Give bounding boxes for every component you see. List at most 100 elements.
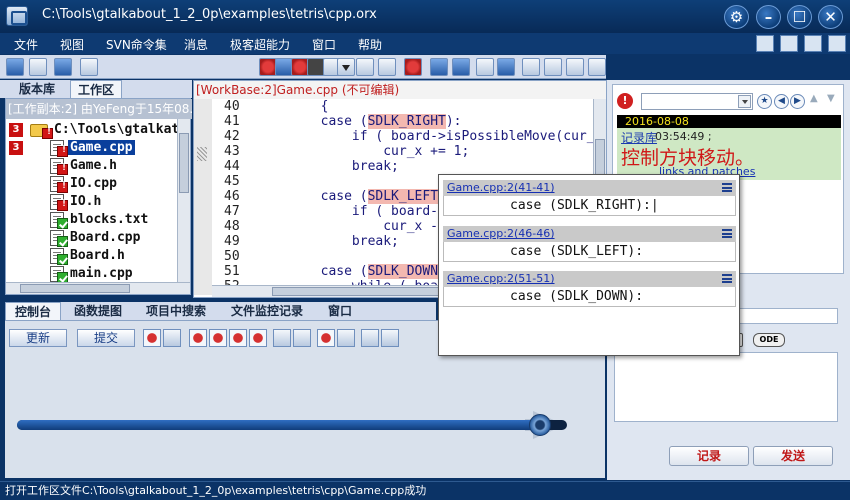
merge-icon[interactable]: [544, 58, 562, 76]
hamburger-menu-icon[interactable]: [722, 229, 732, 238]
tab-project-search[interactable]: 项目中搜索: [137, 302, 215, 320]
tool-image-icon[interactable]: [381, 329, 399, 347]
tool-copy-icon[interactable]: [163, 329, 181, 347]
chevron-down-icon[interactable]: [738, 95, 751, 108]
tab-workspace[interactable]: 工作区: [70, 80, 122, 98]
arrow-down-star-icon[interactable]: [497, 58, 515, 76]
minimize-button[interactable]: –: [756, 5, 781, 29]
scroll-thumb[interactable]: [179, 133, 189, 193]
tool-search-1-icon[interactable]: [273, 329, 291, 347]
progress-slider-thumb[interactable]: [529, 414, 551, 436]
send-button[interactable]: 发送: [753, 446, 833, 466]
tree-item-board-h[interactable]: Board.h: [6, 247, 178, 265]
tool-flag-icon[interactable]: [317, 329, 335, 347]
menu-svn[interactable]: SVN命令集: [106, 36, 167, 53]
change-marker: [197, 147, 207, 161]
code-line: if ( board->isPossibleMove(cur_x: [258, 129, 603, 144]
tool-net-3-icon[interactable]: [229, 329, 247, 347]
hamburger-menu-icon[interactable]: [722, 274, 732, 283]
ode-icon[interactable]: ODE: [753, 333, 785, 347]
find-icon[interactable]: [356, 58, 374, 76]
app-logo-icon: [6, 6, 28, 26]
layout-icon-2[interactable]: [780, 35, 798, 52]
forward-arrow-icon[interactable]: ▶: [790, 94, 805, 109]
line-number: 41: [224, 114, 240, 129]
tree-horizontal-scrollbar[interactable]: [6, 282, 190, 294]
result-link[interactable]: Game.cpp:2(46-46): [447, 227, 555, 240]
tree-item-game-cpp[interactable]: 3 Game.cpp: [6, 139, 178, 157]
menu-geek-power[interactable]: 极客超能力: [230, 36, 290, 53]
collapse-up-icon[interactable]: ▲: [810, 93, 818, 104]
hamburger-menu-icon[interactable]: [722, 183, 732, 192]
submit-button[interactable]: 提交: [77, 329, 135, 347]
tool-sync-icon[interactable]: [337, 329, 355, 347]
save-icon[interactable]: [54, 58, 72, 76]
tab-function-map[interactable]: 函数提图: [65, 302, 131, 320]
refresh-button[interactable]: 更新: [9, 329, 67, 347]
tree-item-game-h[interactable]: Game.h: [6, 157, 178, 175]
tree-item-io-cpp[interactable]: IO.cpp: [6, 175, 178, 193]
tree-item-main-cpp[interactable]: main.cpp: [6, 265, 178, 283]
diff-icon[interactable]: [522, 58, 540, 76]
menu-window[interactable]: 窗口: [312, 36, 336, 53]
close-button[interactable]: ✕: [818, 5, 843, 29]
tab-console[interactable]: 控制台: [5, 302, 61, 320]
filter-icon[interactable]: [80, 58, 98, 76]
refresh-icon[interactable]: [588, 58, 606, 76]
commit-icon[interactable]: [404, 58, 422, 76]
layout-icon-1[interactable]: [756, 35, 774, 52]
log-time: 03:54:49 ;: [655, 130, 712, 143]
tree-vertical-scrollbar[interactable]: [177, 119, 190, 282]
back-arrow-icon[interactable]: ◀: [774, 94, 789, 109]
arrow-up-star-icon[interactable]: [452, 58, 470, 76]
menu-help[interactable]: 帮助: [358, 36, 382, 53]
result-link[interactable]: Game.cpp:2(41-41): [447, 181, 555, 194]
menu-bar: 文件 视图 SVN命令集 消息 极客超能力 窗口 帮助: [0, 33, 850, 54]
log-select[interactable]: [641, 93, 753, 110]
layout-icon-4[interactable]: [828, 35, 846, 52]
open-folder-icon[interactable]: [6, 58, 24, 76]
tool-search-2-icon[interactable]: [293, 329, 311, 347]
tree-item-board-cpp[interactable]: Board.cpp: [6, 229, 178, 247]
message-body-textarea[interactable]: [614, 352, 838, 422]
tool-net-4-icon[interactable]: [249, 329, 267, 347]
scroll-thumb[interactable]: [20, 284, 130, 293]
scroll-thumb[interactable]: [272, 287, 452, 296]
menu-file[interactable]: 文件: [14, 36, 38, 53]
tool-calendar-icon[interactable]: [361, 329, 379, 347]
file-tree: [工作副本:2] 由YeFeng于15年08... 3 C:\Tools\gta…: [5, 98, 192, 295]
expand-down-icon[interactable]: ▼: [827, 93, 835, 104]
tree-item-label: blocks.txt: [70, 212, 149, 227]
tab-window[interactable]: 窗口: [319, 302, 361, 320]
alert-icon: !: [617, 93, 633, 109]
dropdown-arrow-icon[interactable]: [337, 58, 355, 76]
search-icon[interactable]: [29, 58, 47, 76]
menu-view[interactable]: 视图: [60, 36, 84, 53]
code-line: if ( board->i: [258, 204, 454, 219]
tab-repository[interactable]: 版本库: [6, 80, 68, 98]
layout-icon-3[interactable]: [804, 35, 822, 52]
star-icon[interactable]: ★: [757, 94, 772, 109]
code-line: {: [258, 99, 329, 114]
title-bar: C:\Tools\gtalkabout_1_2_0p\examples\tetr…: [0, 0, 850, 33]
arrow-down-icon[interactable]: [476, 58, 494, 76]
tool-star-icon[interactable]: [143, 329, 161, 347]
tool-net-1-icon[interactable]: [189, 329, 207, 347]
tree-item-io-h[interactable]: IO.h: [6, 193, 178, 211]
tree-item-blocks-txt[interactable]: blocks.txt: [6, 211, 178, 229]
code-line: cur_x -=: [258, 219, 446, 234]
tab-file-monitor[interactable]: 文件监控记录: [221, 302, 313, 320]
tool-net-2-icon[interactable]: [209, 329, 227, 347]
maximize-button[interactable]: ☐: [787, 5, 812, 29]
compare-icon[interactable]: [566, 58, 584, 76]
tree-item-label: Game.h: [70, 158, 117, 173]
result-link[interactable]: Game.cpp:2(51-51): [447, 272, 555, 285]
tree-item-root[interactable]: 3 C:\Tools\gtalkat: [6, 121, 178, 139]
result-header: Game.cpp:2(51-51): [443, 271, 736, 287]
menu-message[interactable]: 消息: [184, 36, 208, 53]
settings-gear-icon[interactable]: ⚙: [724, 5, 749, 29]
arrow-up-icon[interactable]: [430, 58, 448, 76]
progress-track: [17, 414, 567, 436]
find-next-icon[interactable]: [378, 58, 396, 76]
record-button[interactable]: 记录: [669, 446, 749, 466]
